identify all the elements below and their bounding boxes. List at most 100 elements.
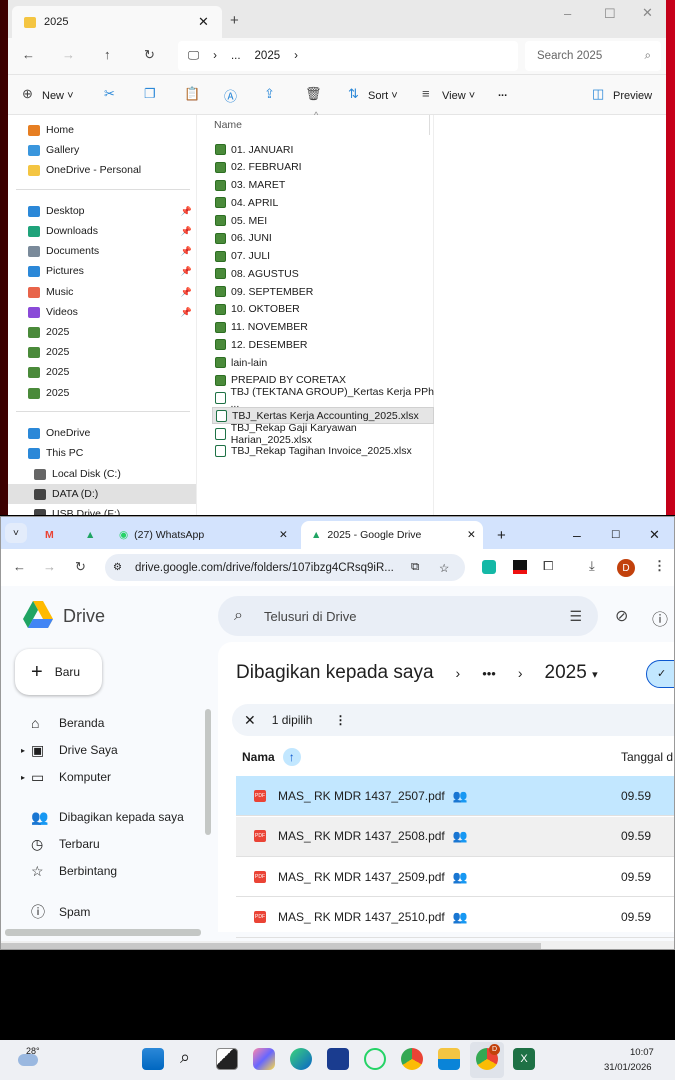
new-button[interactable]: + Baru	[15, 649, 102, 695]
preview-button[interactable]: Preview	[613, 90, 652, 102]
new-tab-icon[interactable]: +	[230, 12, 239, 29]
site-info-icon[interactable]: ⚙	[113, 562, 122, 573]
file-item[interactable]: 06. JUNI	[212, 230, 434, 247]
share-icon[interactable]: ⇪	[264, 86, 275, 102]
file-explorer-icon[interactable]	[438, 1048, 460, 1070]
pin-icon[interactable]: 📌	[181, 206, 192, 217]
drive-search-input[interactable]: ⌕ Telusuri di Drive ☰	[218, 596, 598, 636]
sort-button[interactable]: Sort ˅	[368, 90, 398, 102]
file-item[interactable]: TBJ_Rekap Gaji Karyawan Harian_2025.xlsx	[212, 422, 434, 446]
file-item[interactable]: 10. OKTOBER	[212, 301, 434, 318]
excel-icon[interactable]: X	[513, 1048, 535, 1070]
ready-offline-icon[interactable]: ⊘	[615, 606, 628, 626]
more-options-button[interactable]: ...	[498, 87, 507, 99]
close-tab-icon[interactable]: ✕	[279, 529, 288, 541]
file-item[interactable]: 03. MARET	[212, 177, 434, 194]
file-item[interactable]: 12. DESEMBER	[212, 336, 434, 353]
sidebar-item[interactable]: Desktop 📌	[8, 201, 196, 221]
reload-icon[interactable]: ↻	[75, 559, 86, 575]
sidebar-item[interactable]: USB Drive (F:)	[8, 504, 196, 515]
column-header-name[interactable]: Name	[214, 119, 242, 131]
sidebar-item[interactable]: Local Disk (C:)	[8, 464, 196, 484]
sidebar-item[interactable]: Downloads 📌	[8, 221, 196, 241]
extension-icon[interactable]	[513, 560, 527, 574]
minimize-icon[interactable]: –	[573, 521, 581, 549]
pin-icon[interactable]: 📌	[181, 307, 192, 318]
cut-icon[interactable]: ✂	[104, 86, 115, 102]
page-scrollbar[interactable]	[1, 943, 541, 949]
drive-nav-item[interactable]: ◷ Terbaru	[1, 831, 100, 857]
whatsapp-icon[interactable]	[364, 1048, 386, 1070]
sidebar-item[interactable]: OneDrive	[8, 423, 196, 443]
file-item[interactable]: 01. JANUARI	[212, 141, 434, 158]
copilot-icon[interactable]	[253, 1048, 275, 1070]
download-icon[interactable]: ⤓	[589, 558, 595, 574]
back-icon[interactable]: ←	[13, 559, 26, 574]
back-icon[interactable]: ←	[22, 47, 35, 62]
drive-nav-item[interactable]: ▸ ▣ Drive Saya	[1, 737, 118, 763]
search-icon[interactable]: ⌕	[180, 1047, 190, 1068]
horizontal-scrollbar[interactable]	[5, 929, 201, 936]
install-app-icon[interactable]: ⧉	[411, 561, 419, 574]
up-icon[interactable]: ↑	[104, 47, 111, 62]
new-tab-icon[interactable]: +	[497, 521, 506, 549]
search-input[interactable]: Search 2025 ⌕	[525, 41, 661, 71]
file-item[interactable]: TBJ_Rekap Tagihan Invoice_2025.xlsx	[212, 443, 434, 460]
minimize-icon[interactable]: –	[564, 6, 571, 21]
extensions-puzzle-icon[interactable]: ⧠	[543, 558, 553, 574]
copy-icon[interactable]: ❐	[144, 86, 156, 102]
file-item[interactable]: 11. NOVEMBER	[212, 319, 434, 336]
extension-icon[interactable]	[482, 560, 496, 574]
forward-icon[interactable]: →	[43, 559, 56, 574]
drive-nav-item[interactable]: ⌂ Beranda	[1, 710, 104, 736]
new-button[interactable]: New ˅	[42, 90, 74, 102]
close-tab-icon[interactable]: ✕	[198, 14, 209, 30]
sidebar-item[interactable]: 2025	[8, 322, 196, 342]
drive-file-row[interactable]: PDF MAS_ RK MDR 1437_2508.pdf 👥 09.59	[236, 816, 674, 857]
address-bar[interactable]: ⚙ drive.google.com/drive/folders/107ibzg…	[105, 554, 465, 581]
file-item[interactable]: 07. JULI	[212, 248, 434, 265]
breadcrumb-more[interactable]: •••	[482, 666, 496, 681]
close-icon[interactable]: ✕	[649, 521, 660, 549]
profile-avatar[interactable]: D	[617, 559, 635, 577]
paste-icon[interactable]: 📋	[184, 86, 200, 102]
pin-icon[interactable]: 📌	[181, 246, 192, 257]
expand-arrow-icon[interactable]: ▸	[21, 746, 25, 755]
close-tab-icon[interactable]: ✕	[467, 529, 476, 541]
sidebar-item[interactable]: OneDrive - Personal	[8, 160, 196, 180]
gmail-tab[interactable]: M	[45, 521, 54, 549]
file-item[interactable]: TBJ (TEKTANA GROUP)_Kertas Kerja PPh ...	[212, 386, 434, 410]
column-header-name[interactable]: Nama ↑	[242, 748, 301, 766]
maximize-icon[interactable]: ☐	[604, 6, 616, 22]
sidebar-item[interactable]: Documents 📌	[8, 241, 196, 261]
drive-file-row[interactable]: PDF MAS_ RK MDR 1437_2509.pdf 👥 09.59	[236, 857, 674, 897]
clear-selection-icon[interactable]: ✕	[244, 712, 256, 729]
drive-nav-item[interactable]: ⓘ Spam	[1, 899, 90, 925]
drive-pinned-tab[interactable]: ▲	[85, 521, 95, 549]
close-icon[interactable]: ✕	[642, 5, 653, 21]
delete-icon[interactable]: 🗑	[305, 86, 322, 102]
clock-date[interactable]: 31/01/2026	[604, 1062, 652, 1073]
view-button[interactable]: View ˅	[442, 90, 475, 102]
sidebar-item[interactable]: DATA (D:)	[8, 484, 196, 504]
explorer-tab[interactable]: 2025 ✕	[12, 6, 222, 38]
drive-file-row[interactable]: PDF MAS_ RK MDR 1437_2507.pdf 👥 09.59	[236, 776, 674, 816]
edge-icon[interactable]	[290, 1048, 312, 1070]
drive-tab[interactable]: ▲ 2025 - Google Drive ✕	[301, 521, 483, 549]
pin-icon[interactable]: 📌	[181, 266, 192, 277]
whatsapp-tab[interactable]: ◉ (27) WhatsApp ✕	[119, 521, 299, 549]
task-view-icon[interactable]	[216, 1048, 238, 1070]
sidebar-item[interactable]: 2025	[8, 342, 196, 362]
maximize-icon[interactable]: ☐	[611, 521, 620, 549]
sidebar-item[interactable]: Gallery	[8, 140, 196, 160]
sidebar-item[interactable]: Pictures 📌	[8, 261, 196, 281]
file-item[interactable]: 08. AGUSTUS	[212, 265, 434, 282]
drive-nav-item[interactable]: ☆ Berbintang	[1, 858, 117, 884]
search-options-icon[interactable]: ☰	[569, 608, 582, 625]
more-actions-icon[interactable]: ⋮	[334, 713, 346, 727]
breadcrumb-shared[interactable]: Dibagikan kepada saya	[236, 662, 434, 684]
sidebar-item[interactable]: 2025	[8, 362, 196, 382]
address-bar[interactable]: 🖵 › ... 2025 ›	[178, 41, 518, 71]
forward-icon[interactable]: →	[62, 47, 75, 62]
file-item[interactable]: lain-lain	[212, 354, 434, 371]
